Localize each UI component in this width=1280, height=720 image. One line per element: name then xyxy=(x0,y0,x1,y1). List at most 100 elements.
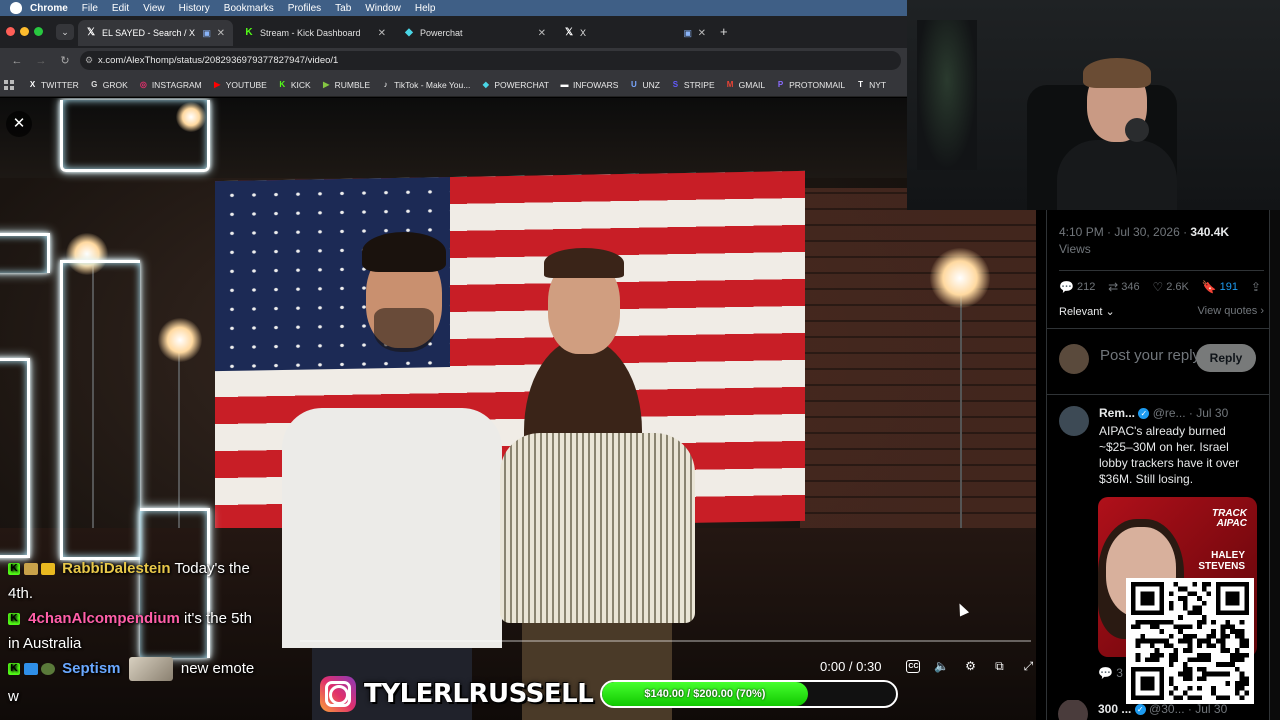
video-controls: 0:00 / 0:30 CC 🔈 ⚙ ⧉ ⤢ xyxy=(820,656,1036,676)
site-info-icon[interactable]: ⚙ xyxy=(80,55,98,66)
bookmark-grok[interactable]: G GROK xyxy=(90,80,128,90)
view-quotes-link[interactable]: View quotes › xyxy=(1198,305,1264,318)
close-icon[interactable]: ✕ xyxy=(6,111,32,137)
person-right-shirt xyxy=(500,433,695,623)
menu-view[interactable]: View xyxy=(143,3,165,14)
bookmark-kick[interactable]: K KICK xyxy=(278,79,311,90)
new-tab-button[interactable]: + xyxy=(720,24,728,39)
menu-tab[interactable]: Tab xyxy=(335,3,351,14)
webcam-feed xyxy=(907,0,1280,210)
apple-logo-icon[interactable] xyxy=(10,2,22,14)
menu-app-name[interactable]: Chrome xyxy=(30,3,68,14)
neon-outline xyxy=(60,100,210,172)
captions-icon[interactable]: CC xyxy=(906,659,921,673)
window-minimize-button[interactable] xyxy=(20,27,29,36)
menu-bookmarks[interactable]: Bookmarks xyxy=(224,3,274,14)
menu-help[interactable]: Help xyxy=(415,3,436,14)
apps-grid-icon[interactable] xyxy=(4,79,14,90)
tab-x[interactable]: 𝕏 X ▣ ✕ xyxy=(556,20,714,46)
avatar[interactable] xyxy=(1058,700,1088,720)
bookmark-powerchat[interactable]: ◆ POWERCHAT xyxy=(481,80,549,90)
x-logo-icon: 𝕏 xyxy=(86,27,96,38)
menu-file[interactable]: File xyxy=(82,3,98,14)
tab-label: Stream - Kick Dashboard xyxy=(260,28,361,38)
bookmark-stripe[interactable]: S STRIPE xyxy=(671,80,715,90)
menu-profiles[interactable]: Profiles xyxy=(288,3,321,14)
bookmark-favicon-icon: ◆ xyxy=(482,80,489,89)
bookmark-label: INSTAGRAM xyxy=(151,79,202,90)
reply-action[interactable]: 💬 212 xyxy=(1059,280,1095,294)
author-handle[interactable]: @re... xyxy=(1153,406,1186,420)
repost-action[interactable]: ⇄ 346 xyxy=(1108,280,1139,294)
menu-history[interactable]: History xyxy=(179,3,210,14)
bookmark-nyt[interactable]: T NYT xyxy=(856,80,886,90)
post-date[interactable]: · Jul 30 xyxy=(1189,406,1228,420)
tab-search-button[interactable]: ⌄ xyxy=(56,24,74,40)
tab-close-icon[interactable]: ✕ xyxy=(217,28,225,39)
author-name[interactable]: Rem... xyxy=(1099,406,1135,420)
bookmark-unz[interactable]: U UNZ xyxy=(629,80,660,90)
fullscreen-icon[interactable]: ⤢ xyxy=(1020,658,1036,674)
picture-in-picture-icon[interactable]: ⧉ xyxy=(991,658,1007,674)
like-action[interactable]: ♡ 2.6K xyxy=(1152,280,1188,294)
bookmark-protonmail[interactable]: P PROTONMAIL xyxy=(776,80,845,90)
tab-kick-dashboard[interactable]: K Stream - Kick Dashboard ✕ xyxy=(236,20,394,46)
bookmark-instagram[interactable]: ◎ INSTAGRAM xyxy=(139,80,202,90)
like-count: 2.6K xyxy=(1166,281,1189,293)
bookmark-rumble[interactable]: ▶ RUMBLE xyxy=(322,80,370,90)
media-playing-icon[interactable]: ▣ xyxy=(683,28,692,39)
share-action[interactable]: ⇪ xyxy=(1251,280,1264,294)
back-arrow-icon[interactable]: ← xyxy=(10,55,24,67)
bookmark-youtube[interactable]: ▶ YOUTUBE xyxy=(213,80,267,90)
divider xyxy=(1047,394,1269,395)
bookmark-label: KICK xyxy=(290,79,311,90)
post-meta: 4:10 PM · Jul 30, 2026 · 340.4K Views xyxy=(1059,224,1264,258)
bookmark-gmail[interactable]: M GMAIL xyxy=(726,80,765,90)
sort-dropdown[interactable]: Relevant ⌄ xyxy=(1059,305,1115,318)
heart-icon: ♡ xyxy=(1152,280,1164,294)
address-bar[interactable]: ⚙ x.com/AlexThomp/status/208293697937782… xyxy=(80,51,901,70)
stream-chat-overlay: K RabbiDalestein Today's the 4th. K 4cha… xyxy=(0,556,300,720)
kick-logo-icon: K xyxy=(245,27,253,38)
repost-icon: ⇄ xyxy=(1108,280,1119,294)
bookmark-label: YOUTUBE xyxy=(225,79,267,90)
bookmark-count: 191 xyxy=(1219,281,1239,293)
avatar[interactable] xyxy=(1059,406,1089,436)
post-reply-count[interactable]: 💬 3 xyxy=(1098,666,1123,680)
settings-gear-icon[interactable]: ⚙ xyxy=(962,658,978,674)
bookmark-infowars[interactable]: ▬ INFOWARS xyxy=(560,80,618,90)
tab-el-sayed-search[interactable]: 𝕏 EL SAYED - Search / X ▣ ✕ xyxy=(78,20,233,46)
reply-input[interactable]: Post your reply xyxy=(1100,347,1200,364)
avatar[interactable] xyxy=(1059,344,1089,374)
verified-badge-icon: ✓ xyxy=(1138,408,1150,420)
bookmark-label: GMAIL xyxy=(738,79,766,90)
sub-badge-icon xyxy=(24,563,38,576)
streamer-hair xyxy=(1083,58,1151,88)
tab-close-icon[interactable]: ✕ xyxy=(538,28,546,39)
bookmark-action[interactable]: 🔖 191 xyxy=(1202,280,1238,294)
url-text: x.com/AlexThomp/status/20829369793778279… xyxy=(98,55,339,66)
media-playing-icon[interactable]: ▣ xyxy=(202,28,211,39)
bookmark-twitter[interactable]: X TWITTER xyxy=(28,80,79,90)
reply-button[interactable]: Reply xyxy=(1196,344,1256,372)
kick-logo-icon: K xyxy=(8,563,20,576)
bookmark-tiktok-make-you[interactable]: ♪ TikTok - Make You... xyxy=(381,80,471,90)
tab-close-icon[interactable]: ✕ xyxy=(378,28,386,39)
bookmark-label: POWERCHAT xyxy=(494,79,549,90)
window-zoom-button[interactable] xyxy=(34,27,43,36)
share-icon: ⇪ xyxy=(1250,280,1261,294)
menu-edit[interactable]: Edit xyxy=(112,3,129,14)
window-close-button[interactable] xyxy=(6,27,15,36)
tab-close-icon[interactable]: ✕ xyxy=(698,28,706,39)
menu-window[interactable]: Window xyxy=(365,3,401,14)
forward-arrow-icon[interactable]: → xyxy=(34,55,48,67)
author-name[interactable]: 300 ... xyxy=(1098,702,1131,716)
scrollbar[interactable] xyxy=(1270,210,1280,720)
volume-icon[interactable]: 🔈 xyxy=(933,658,949,674)
views-count: 340.4K xyxy=(1190,225,1230,239)
views-label: Views xyxy=(1059,242,1091,256)
video-progress-bar[interactable] xyxy=(300,640,1031,642)
bookmark-favicon-icon: M xyxy=(726,80,734,89)
reload-icon[interactable]: ↻ xyxy=(58,54,72,67)
tab-powerchat[interactable]: ◆ Powerchat ✕ xyxy=(396,20,554,46)
